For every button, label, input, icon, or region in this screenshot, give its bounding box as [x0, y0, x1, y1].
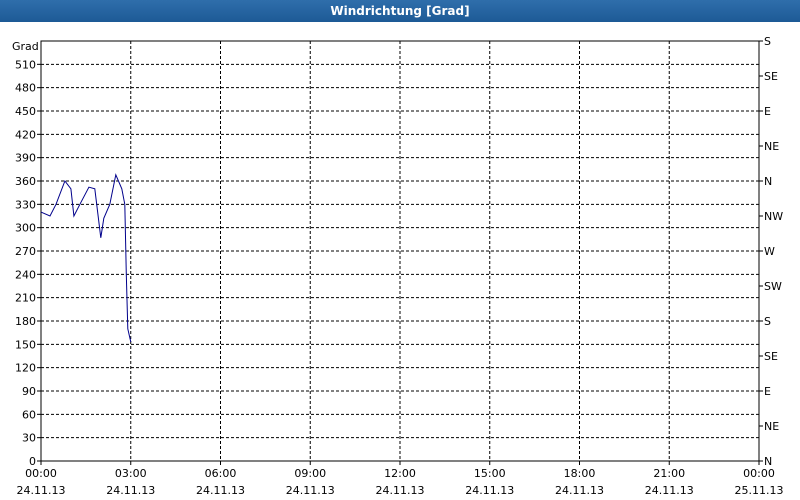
compass-label: E	[764, 105, 771, 118]
compass-label: S	[764, 315, 771, 328]
y-tick-label: 270	[15, 245, 36, 258]
x-tick-date: 24.11.13	[196, 484, 245, 497]
x-tick-date: 24.11.13	[106, 484, 155, 497]
y-tick-label: 390	[15, 152, 36, 165]
compass-label: S	[764, 35, 771, 48]
y-axis-label: Grad	[12, 40, 39, 53]
compass-label: NE	[764, 420, 779, 433]
y-tick-label: 150	[15, 338, 36, 351]
y-tick-label: 30	[22, 432, 36, 445]
y-tick-label: 360	[15, 175, 36, 188]
x-tick-date: 24.11.13	[645, 484, 694, 497]
y-tick-label: 240	[15, 268, 36, 281]
bottom-axis: 00:00 24.11.13 03:00 24.11.13 06:00 24.11.13 0…	[17, 461, 784, 497]
x-tick-date: 24.11.13	[17, 484, 66, 497]
compass-label: W	[764, 245, 775, 258]
compass-label: NE	[764, 140, 779, 153]
y-tick-label: 450	[15, 105, 36, 118]
compass-label: N	[764, 175, 772, 188]
x-tick-time: 06:00	[205, 467, 237, 480]
x-tick-time: 15:00	[474, 467, 506, 480]
y-tick-label: 60	[22, 408, 36, 421]
compass-label: SE	[764, 350, 778, 363]
x-tick-date: 24.11.13	[286, 484, 335, 497]
y-tick-label: 90	[22, 385, 36, 398]
y-tick-label: 420	[15, 128, 36, 141]
y-tick-label: 480	[15, 82, 36, 95]
x-tick-time: 00:00	[743, 467, 775, 480]
x-tick-date: 24.11.13	[555, 484, 604, 497]
compass-label: SW	[764, 280, 782, 293]
x-tick-time: 21:00	[653, 467, 685, 480]
y-tick-label: 510	[15, 58, 36, 71]
y-tick-label: 180	[15, 315, 36, 328]
x-tick-time: 03:00	[115, 467, 147, 480]
y-tick-label: 210	[15, 292, 36, 305]
y-tick-label: 300	[15, 222, 36, 235]
x-tick-time: 09:00	[294, 467, 326, 480]
x-tick-time: 12:00	[384, 467, 416, 480]
y-tick-label: 120	[15, 362, 36, 375]
compass-label: NW	[764, 210, 783, 223]
x-tick-date: 24.11.13	[465, 484, 514, 497]
x-tick-time: 00:00	[25, 467, 57, 480]
right-axis: NNEESESSWWNWNNEESES	[759, 35, 783, 468]
x-tick-time: 18:00	[564, 467, 596, 480]
compass-label: SE	[764, 70, 778, 83]
chart-window: Windrichtung [Grad] 0 30 60 90 120 150 180 210 2…	[0, 0, 800, 500]
x-tick-date: 25.11.13	[735, 484, 784, 497]
x-tick-date: 24.11.13	[376, 484, 425, 497]
y-tick-label: 330	[15, 198, 36, 211]
left-axis: 0306090120150180210240270300330360390420…	[15, 58, 41, 468]
compass-label: E	[764, 385, 771, 398]
wind-direction-chart: 0306090120150180210240270300330360390420…	[12, 35, 784, 497]
